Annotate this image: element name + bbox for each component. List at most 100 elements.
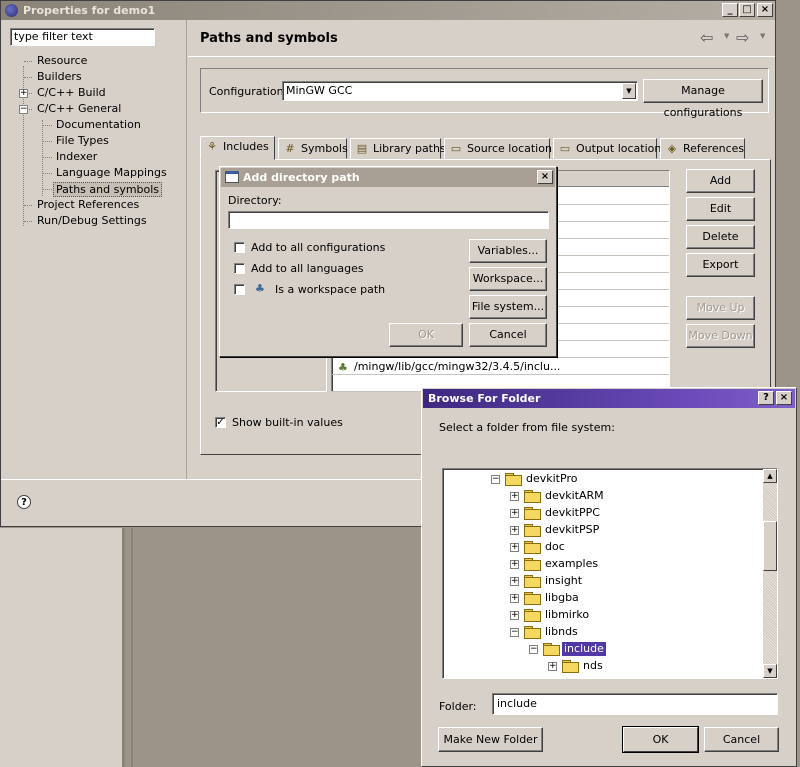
scroll-up-button[interactable]: ▲ xyxy=(763,469,777,483)
expand-icon[interactable]: + xyxy=(510,611,519,620)
close-button[interactable]: × xyxy=(757,3,773,17)
nav-item-resource[interactable]: Resource xyxy=(35,54,89,67)
move-down-button[interactable]: Move Down xyxy=(686,324,755,348)
add-button[interactable]: Add xyxy=(686,169,755,193)
all-languages-label: Add to all languages xyxy=(251,262,364,275)
expand-icon[interactable]: + xyxy=(19,89,28,98)
workspace-path-checkbox[interactable] xyxy=(234,284,245,295)
edit-button[interactable]: Edit xyxy=(686,197,755,221)
expand-icon[interactable]: + xyxy=(510,492,519,501)
folder-label: Folder: xyxy=(439,700,477,713)
tab-source-location[interactable]: ▭ Source location xyxy=(444,138,552,159)
folder-item-doc[interactable]: doc xyxy=(543,540,567,554)
cancel-button[interactable]: Cancel xyxy=(469,323,547,347)
nav-item-builders[interactable]: Builders xyxy=(35,70,84,83)
tab-library-paths[interactable]: ▤ Library paths xyxy=(350,138,446,159)
scroll-down-button[interactable]: ▼ xyxy=(763,664,777,678)
browse-instructions: Select a folder from file system: xyxy=(439,421,615,434)
chevron-down-icon[interactable]: ▼ xyxy=(622,83,636,99)
add-directory-title: Add directory path xyxy=(243,171,360,184)
tab-output-location[interactable]: ▭ Output location xyxy=(553,138,661,159)
folder-icon xyxy=(524,609,541,622)
folder-item-include[interactable]: include xyxy=(561,641,607,657)
nav-item-indexer[interactable]: Indexer xyxy=(54,150,99,163)
browse-cancel-button[interactable]: Cancel xyxy=(704,727,779,752)
filter-input[interactable]: type filter text xyxy=(10,28,155,46)
collapse-icon[interactable]: − xyxy=(491,475,500,484)
folder-item-devkitarm[interactable]: devkitARM xyxy=(543,489,606,503)
add-directory-close-button[interactable]: × xyxy=(537,170,553,184)
nav-item-file-types[interactable]: File Types xyxy=(54,134,111,147)
tab-symbols[interactable]: # Symbols xyxy=(278,138,348,159)
expand-icon[interactable]: + xyxy=(510,577,519,586)
folder-item-insight[interactable]: insight xyxy=(543,574,584,588)
include-path-icon: ♣ xyxy=(338,361,348,374)
hash-icon: # xyxy=(285,142,295,155)
tab-references[interactable]: ◈ References xyxy=(660,138,745,159)
folder-item-libnds[interactable]: libnds xyxy=(543,625,580,639)
folder-tree[interactable]: − devkitPro + devkitARM + devkitPPC + devkitPSP… xyxy=(442,468,778,679)
folder-icon: ▭ xyxy=(450,142,462,155)
expand-icon[interactable]: + xyxy=(510,560,519,569)
folder-item-libgba[interactable]: libgba xyxy=(543,591,581,605)
folder-item-devkitppc[interactable]: devkitPPC xyxy=(543,506,602,520)
all-configurations-checkbox[interactable] xyxy=(234,242,245,253)
folder-item-devkitpro[interactable]: devkitPro xyxy=(524,472,579,486)
nav-item-c-c-general[interactable]: C/C++ General xyxy=(35,102,123,115)
manage-configurations-button[interactable]: Manage configurations xyxy=(643,79,763,119)
nav-item-project-references[interactable]: Project References xyxy=(35,198,141,211)
expand-icon[interactable]: + xyxy=(510,594,519,603)
delete-button[interactable]: Delete xyxy=(686,225,755,249)
scroll-thumb[interactable] xyxy=(763,521,777,571)
forward-dropdown-icon[interactable]: ▼ xyxy=(760,32,765,40)
folder-input[interactable]: include xyxy=(492,693,778,715)
expand-icon[interactable]: + xyxy=(548,662,557,671)
folder-item-nds[interactable]: nds xyxy=(581,659,605,673)
directory-input[interactable] xyxy=(228,211,549,229)
expand-icon[interactable]: + xyxy=(510,526,519,535)
folder-icon xyxy=(524,626,541,639)
browse-help-button[interactable]: ? xyxy=(758,391,774,405)
directory-label: Directory: xyxy=(228,194,282,207)
collapse-icon[interactable]: − xyxy=(529,645,538,654)
folder-item-libmirko[interactable]: libmirko xyxy=(543,608,591,622)
folder-item-devkitpsp[interactable]: devkitPSP xyxy=(543,523,601,537)
nav-item-language-mappings[interactable]: Language Mappings xyxy=(54,166,169,179)
variables-button[interactable]: Variables... xyxy=(469,239,547,263)
folder-icon xyxy=(524,575,541,588)
tree-scrollbar[interactable]: ▲ ▼ xyxy=(763,469,777,678)
export-button[interactable]: Export xyxy=(686,253,755,277)
maximize-button[interactable]: □ xyxy=(739,3,755,17)
browse-ok-button[interactable]: OK xyxy=(623,727,698,752)
collapse-icon[interactable]: − xyxy=(510,628,519,637)
help-icon[interactable]: ? xyxy=(17,495,31,509)
eclipse-icon xyxy=(5,4,18,17)
browse-title-bar[interactable]: Browse For Folder ? × xyxy=(423,389,795,408)
folder-item-examples[interactable]: examples xyxy=(543,557,600,571)
browse-close-button[interactable]: × xyxy=(776,391,792,405)
forward-arrow-icon[interactable]: ⇨ xyxy=(736,28,749,47)
nav-item-run-debug-settings[interactable]: Run/Debug Settings xyxy=(35,214,149,227)
ok-button[interactable]: OK xyxy=(389,323,463,347)
nav-item-paths-and-symbols[interactable]: Paths and symbols xyxy=(53,182,163,197)
title-bar[interactable]: Properties for demo1 _ □ × xyxy=(1,1,775,20)
configuration-select[interactable]: MinGW GCC ▼ xyxy=(282,81,638,101)
minimize-button[interactable]: _ xyxy=(722,3,738,17)
nav-item-c-c-build[interactable]: C/C++ Build xyxy=(35,86,108,99)
add-directory-title-bar[interactable]: Add directory path × xyxy=(221,168,555,187)
tab-includes[interactable]: ⚘ Includes xyxy=(200,136,275,160)
back-dropdown-icon[interactable]: ▼ xyxy=(724,32,729,40)
nav-item-documentation[interactable]: Documentation xyxy=(54,118,143,131)
collapse-icon[interactable]: − xyxy=(19,105,28,114)
expand-icon[interactable]: + xyxy=(510,543,519,552)
expand-icon[interactable]: + xyxy=(510,509,519,518)
tree-branch xyxy=(43,125,52,126)
make-new-folder-button[interactable]: Make New Folder xyxy=(438,727,543,752)
move-up-button[interactable]: Move Up xyxy=(686,296,755,320)
show-builtin-checkbox[interactable]: ✓ xyxy=(215,417,226,428)
include-path-entry[interactable]: /mingw/lib/gcc/mingw32/3.4.5/inclu... xyxy=(354,360,560,373)
file-system-button[interactable]: File system... xyxy=(469,295,547,319)
all-languages-checkbox[interactable] xyxy=(234,263,245,274)
workspace-button[interactable]: Workspace... xyxy=(469,267,547,291)
back-arrow-icon[interactable]: ⇦ xyxy=(700,28,713,47)
